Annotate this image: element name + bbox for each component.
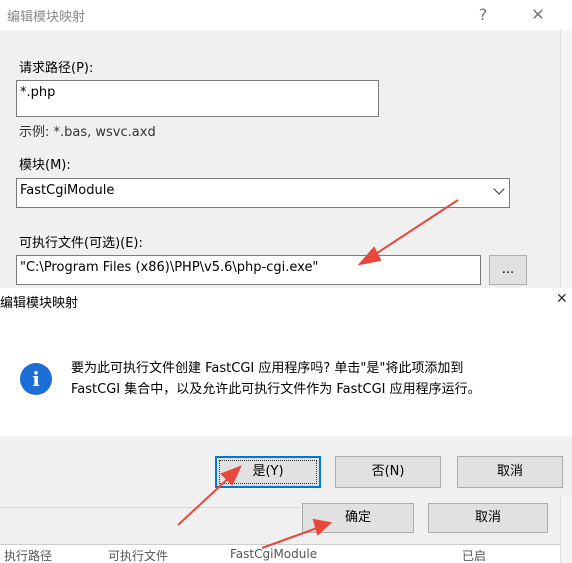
module-select[interactable]: FastCgiModule [16, 178, 510, 208]
confirm-dialog-title: 编辑模块映射 [0, 296, 79, 311]
handler-table-peek: 执行路径 可执行文件 FastCgiModule 已启 [0, 544, 560, 563]
no-button[interactable]: 否(N) [335, 456, 441, 488]
info-icon: i [20, 363, 52, 395]
confirm-message: 要为此可执行文件创建 FastCGI 应用程序吗? 单击"是"将此项添加到 Fa… [71, 358, 561, 400]
focus-ring [219, 460, 317, 484]
executable-label: 可执行文件(可选)(E): [19, 236, 143, 251]
ok-button[interactable]: 确定 [302, 503, 414, 533]
confirm-message-line1: 要为此可执行文件创建 FastCGI 应用程序吗? 单击"是"将此项添加到 [71, 361, 464, 376]
table-cell: 已启 [462, 549, 487, 563]
browse-button[interactable]: ... [489, 255, 527, 285]
help-button[interactable]: ? [468, 4, 498, 26]
yes-button[interactable]: 是(Y) [215, 456, 321, 488]
title-bar: 编辑模块映射 ? ✕ [0, 0, 572, 30]
confirm-message-line2: FastCGI 集合中，以及允许此可执行文件作为 FastCGI 应用程序运行。 [71, 382, 481, 397]
table-cell: FastCgiModule [230, 547, 318, 561]
table-cell: 执行路径 [4, 549, 53, 563]
module-select-value: FastCgiModule [20, 183, 115, 198]
chevron-down-icon [493, 183, 505, 195]
executable-input[interactable]: "C:\Program Files (x86)\PHP\v5.6\php-cgi… [16, 255, 481, 285]
window-title: 编辑模块映射 [7, 10, 86, 25]
divider [0, 507, 300, 508]
request-path-hint: 示例: *.bas, wsvc.axd [19, 125, 156, 140]
close-button[interactable]: ✕ [523, 4, 553, 26]
under-cancel-button[interactable]: 取消 [428, 503, 548, 533]
request-path-input[interactable]: *.php [16, 80, 379, 117]
close-icon[interactable]: ✕ [556, 291, 568, 307]
confirm-button-bar: 是(Y) 否(N) 取消 [0, 436, 572, 496]
request-path-label: 请求路径(P): [19, 61, 94, 76]
cancel-button[interactable]: 取消 [457, 456, 563, 488]
module-label: 模块(M): [19, 158, 71, 173]
table-cell: 可执行文件 [108, 549, 169, 563]
